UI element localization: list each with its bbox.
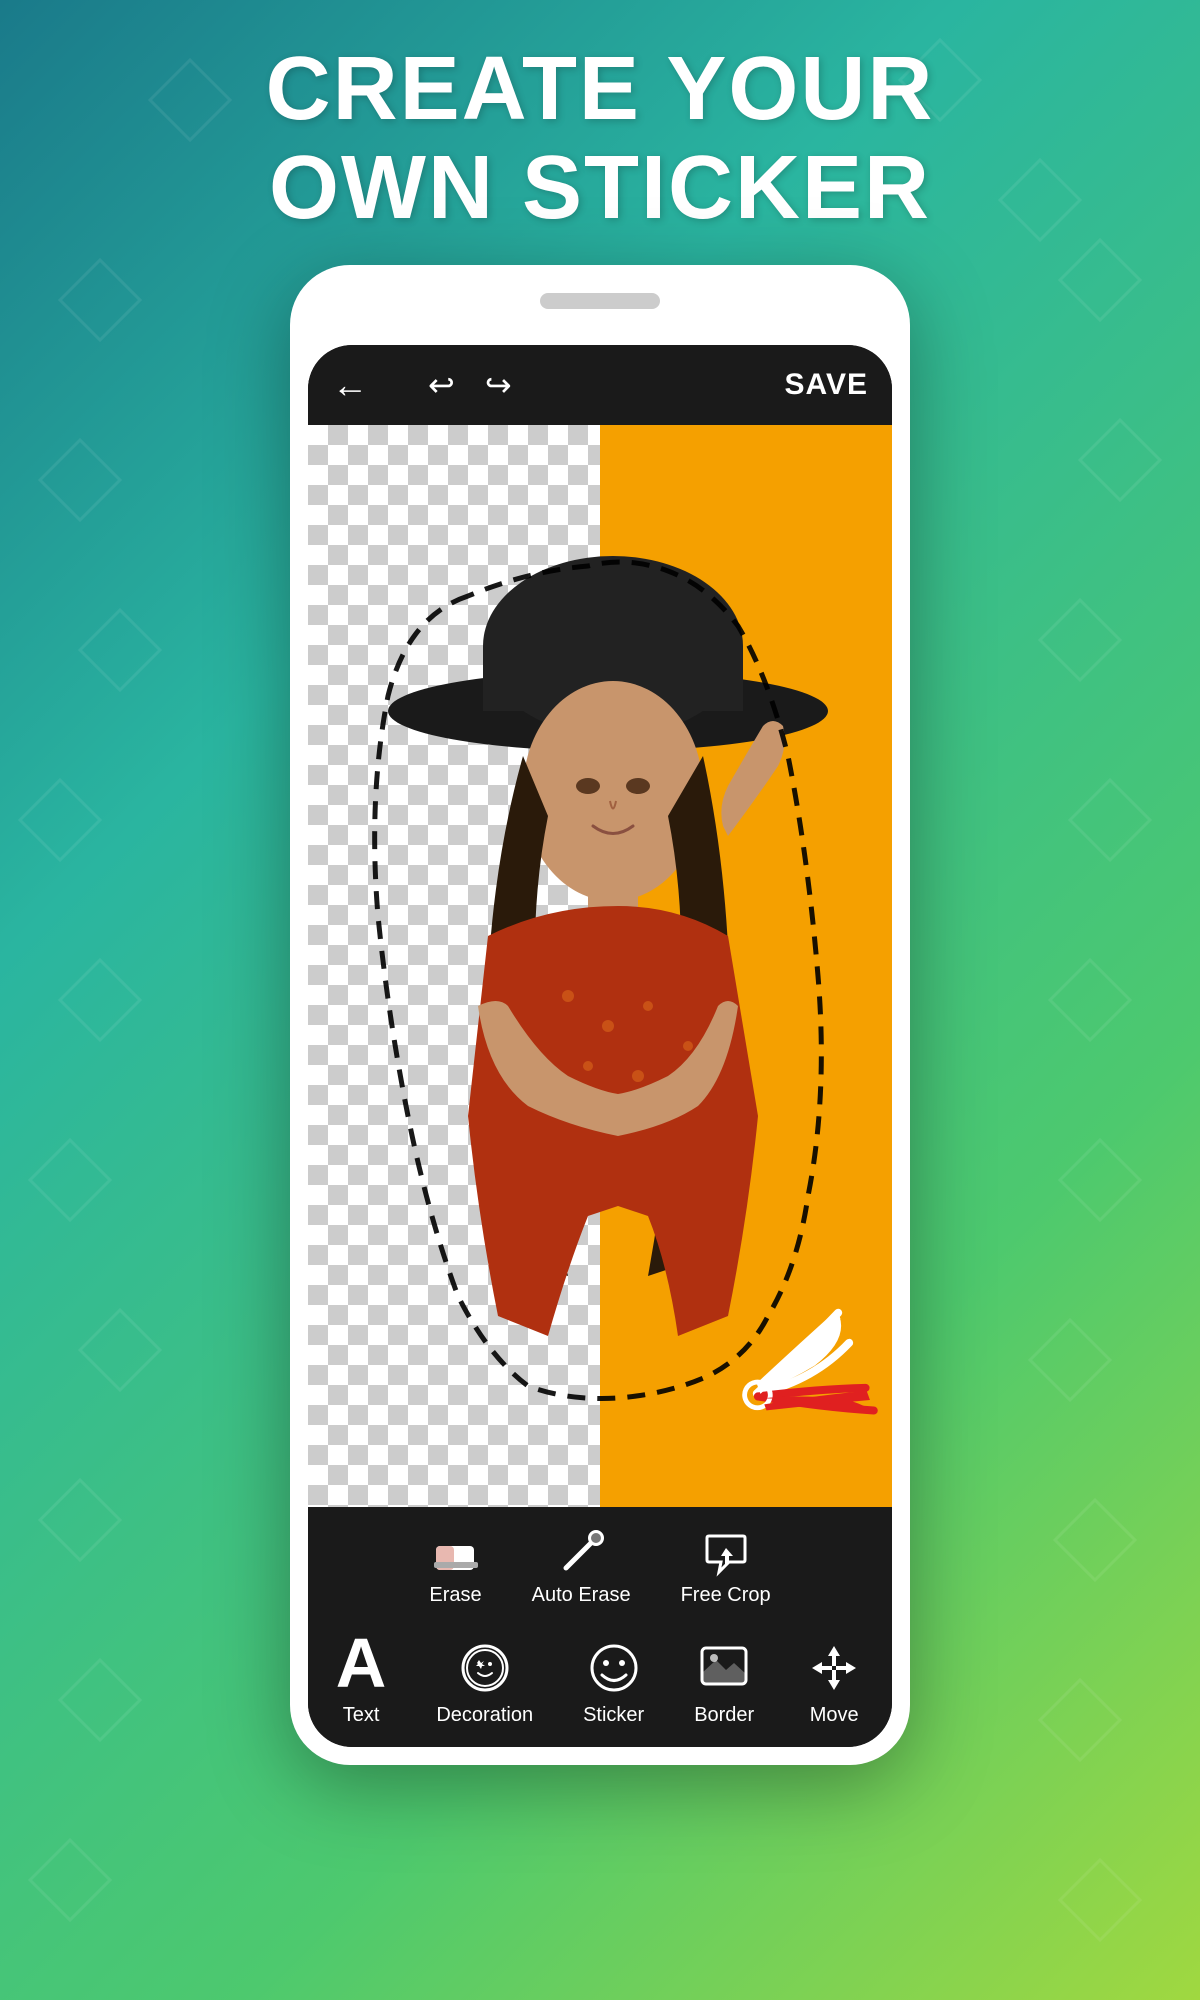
tool-row-1: Erase Auto Erase [429,1528,770,1607]
undo-button[interactable]: ↩ [428,366,455,404]
auto-erase-icon [556,1528,606,1578]
erase-label: Erase [429,1584,481,1607]
image-canvas [308,425,892,1507]
save-button[interactable]: SAVE [785,368,868,402]
sticker-tool[interactable]: Sticker [583,1638,644,1727]
sticker-label: Sticker [583,1704,644,1727]
text-icon: A [336,1628,387,1698]
border-tool[interactable]: Border [694,1638,754,1727]
bottom-toolbar: Erase Auto Erase [308,1507,892,1747]
erase-tool[interactable]: Erase [429,1528,481,1607]
decoration-icon [455,1638,515,1698]
phone-frame: ← ↩ ↪ SAVE [290,265,910,1765]
border-icon [694,1638,754,1698]
text-tool[interactable]: A Text [336,1628,387,1727]
back-button[interactable]: ← [332,364,368,406]
headline-line2: OWN STICKER [0,139,1200,238]
phone-speaker [540,293,660,309]
free-crop-label: Free Crop [681,1584,771,1607]
move-icon [804,1638,864,1698]
free-crop-tool[interactable]: Free Crop [681,1528,771,1607]
sticker-icon [584,1638,644,1698]
headline: CREATE YOUR OWN STICKER [0,40,1200,238]
move-tool[interactable]: Move [804,1638,864,1727]
auto-erase-label: Auto Erase [532,1584,631,1607]
app-toolbar: ← ↩ ↪ SAVE [308,345,892,425]
toolbar-actions: ↩ ↪ [428,366,512,404]
auto-erase-tool[interactable]: Auto Erase [532,1528,631,1607]
decoration-tool[interactable]: Decoration [436,1638,533,1727]
tool-row-2: A Text Decoration [336,1628,864,1727]
text-label: Text [343,1704,380,1727]
border-label: Border [694,1704,754,1727]
phone-screen: ← ↩ ↪ SAVE [308,345,892,1747]
decoration-label: Decoration [436,1704,533,1727]
free-crop-icon [701,1528,751,1578]
headline-line1: CREATE YOUR [0,40,1200,139]
redo-button[interactable]: ↪ [485,366,512,404]
erase-icon [431,1528,481,1578]
move-label: Move [810,1704,859,1727]
